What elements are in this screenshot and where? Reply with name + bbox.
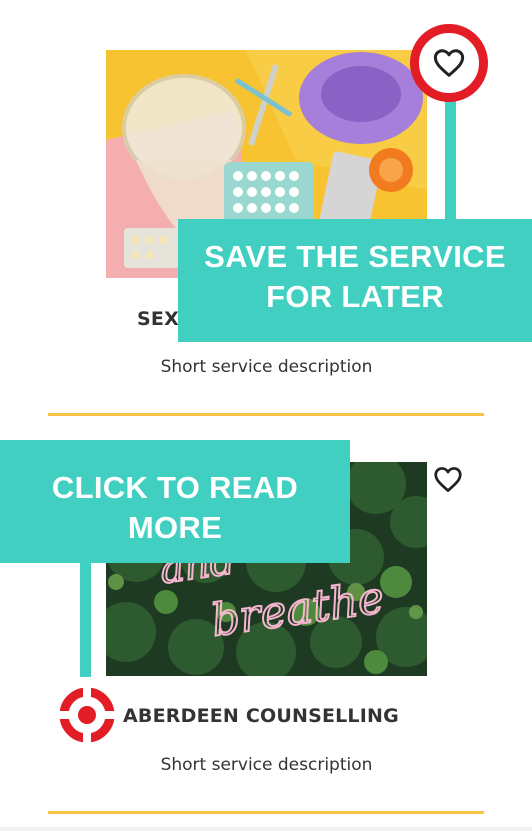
page-bottom-edge: [0, 827, 532, 831]
target-icon: [58, 686, 116, 744]
card-divider: [48, 811, 484, 814]
save-for-later-callout: SAVE THE SERVICE FOR LATER: [178, 219, 532, 342]
heart-outline-icon: [433, 49, 465, 77]
read-more-callout: CLICK TO READ MORE: [0, 440, 350, 563]
heart-outline-icon: [434, 466, 462, 492]
favorite-button[interactable]: [430, 462, 466, 496]
favorite-button[interactable]: [410, 24, 488, 102]
read-more-callout-connector: [80, 555, 91, 677]
card-divider: [48, 413, 484, 416]
service-title[interactable]: ABERDEEN COUNSELLING: [123, 705, 399, 727]
service-title[interactable]: SEX: [137, 308, 179, 330]
service-description: Short service description: [160, 755, 373, 775]
save-callout-text: SAVE THE SERVICE FOR LATER: [204, 239, 506, 314]
save-callout-connector: [445, 90, 456, 225]
service-description: Short service description: [160, 357, 373, 377]
read-more-callout-text: CLICK TO READ MORE: [51, 470, 299, 545]
